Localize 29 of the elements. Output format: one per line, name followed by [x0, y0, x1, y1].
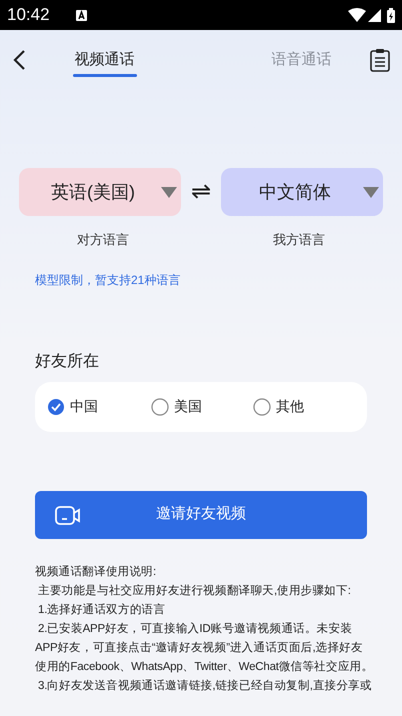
- signal-icon: [368, 8, 381, 22]
- model-limit-note: 模型限制，暂支持21种语言: [35, 272, 180, 286]
- radio-option[interactable]: 中国: [47, 396, 151, 417]
- clipboard-icon[interactable]: [370, 48, 390, 72]
- dropdown-arrow-icon: [363, 187, 379, 198]
- language-dropdown[interactable]: 英语(美国): [19, 168, 182, 216]
- swap-icon[interactable]: ⇌: [189, 174, 213, 210]
- dropdown-arrow-icon: [161, 187, 178, 198]
- radio-option[interactable]: 其他: [252, 396, 355, 417]
- instruction-text: 主要功能是与社交应用好友进行视频翻译聊天,使用步骤如下:: [37, 583, 352, 598]
- instruction-text: 1.选择好通话双方的语言: [37, 602, 166, 618]
- instruction-text: 视频通话翻译使用说明:: [35, 564, 157, 580]
- invite-video-button[interactable]: 邀请好友视频: [35, 490, 367, 538]
- radio-unchecked-icon: [150, 398, 169, 416]
- instruction-text: 3.向好友发送音视频通话邀请链接,链接已经自动复制,直接分享或: [37, 678, 373, 694]
- instruction-text: 2.已安装APP好友，可直接输入ID账号邀请视频通话。未安装APP好友，可直接点击“邀请好友视频”进入通话页面后,选择好友使用的Facebook、WhatsApp、Twitter、WeChat微信等社交应用。: [35, 622, 374, 674]
- wifi-icon: [348, 8, 366, 22]
- radio-option[interactable]: 美国: [150, 396, 253, 417]
- battery-icon: [387, 8, 395, 22]
- language-label: 对方语言: [77, 231, 129, 249]
- language-dropdown[interactable]: 中文简体: [220, 168, 383, 216]
- back-icon[interactable]: [12, 49, 26, 71]
- status-time: 10:42: [7, 4, 50, 26]
- radio-unchecked-icon: [252, 398, 271, 416]
- language-label: 我方语言: [273, 231, 325, 249]
- section-title: 好友所在: [35, 352, 99, 370]
- radio-checked-icon: [47, 398, 65, 416]
- tab[interactable]: 视频通话: [74, 30, 134, 90]
- notification-icon: [76, 10, 87, 20]
